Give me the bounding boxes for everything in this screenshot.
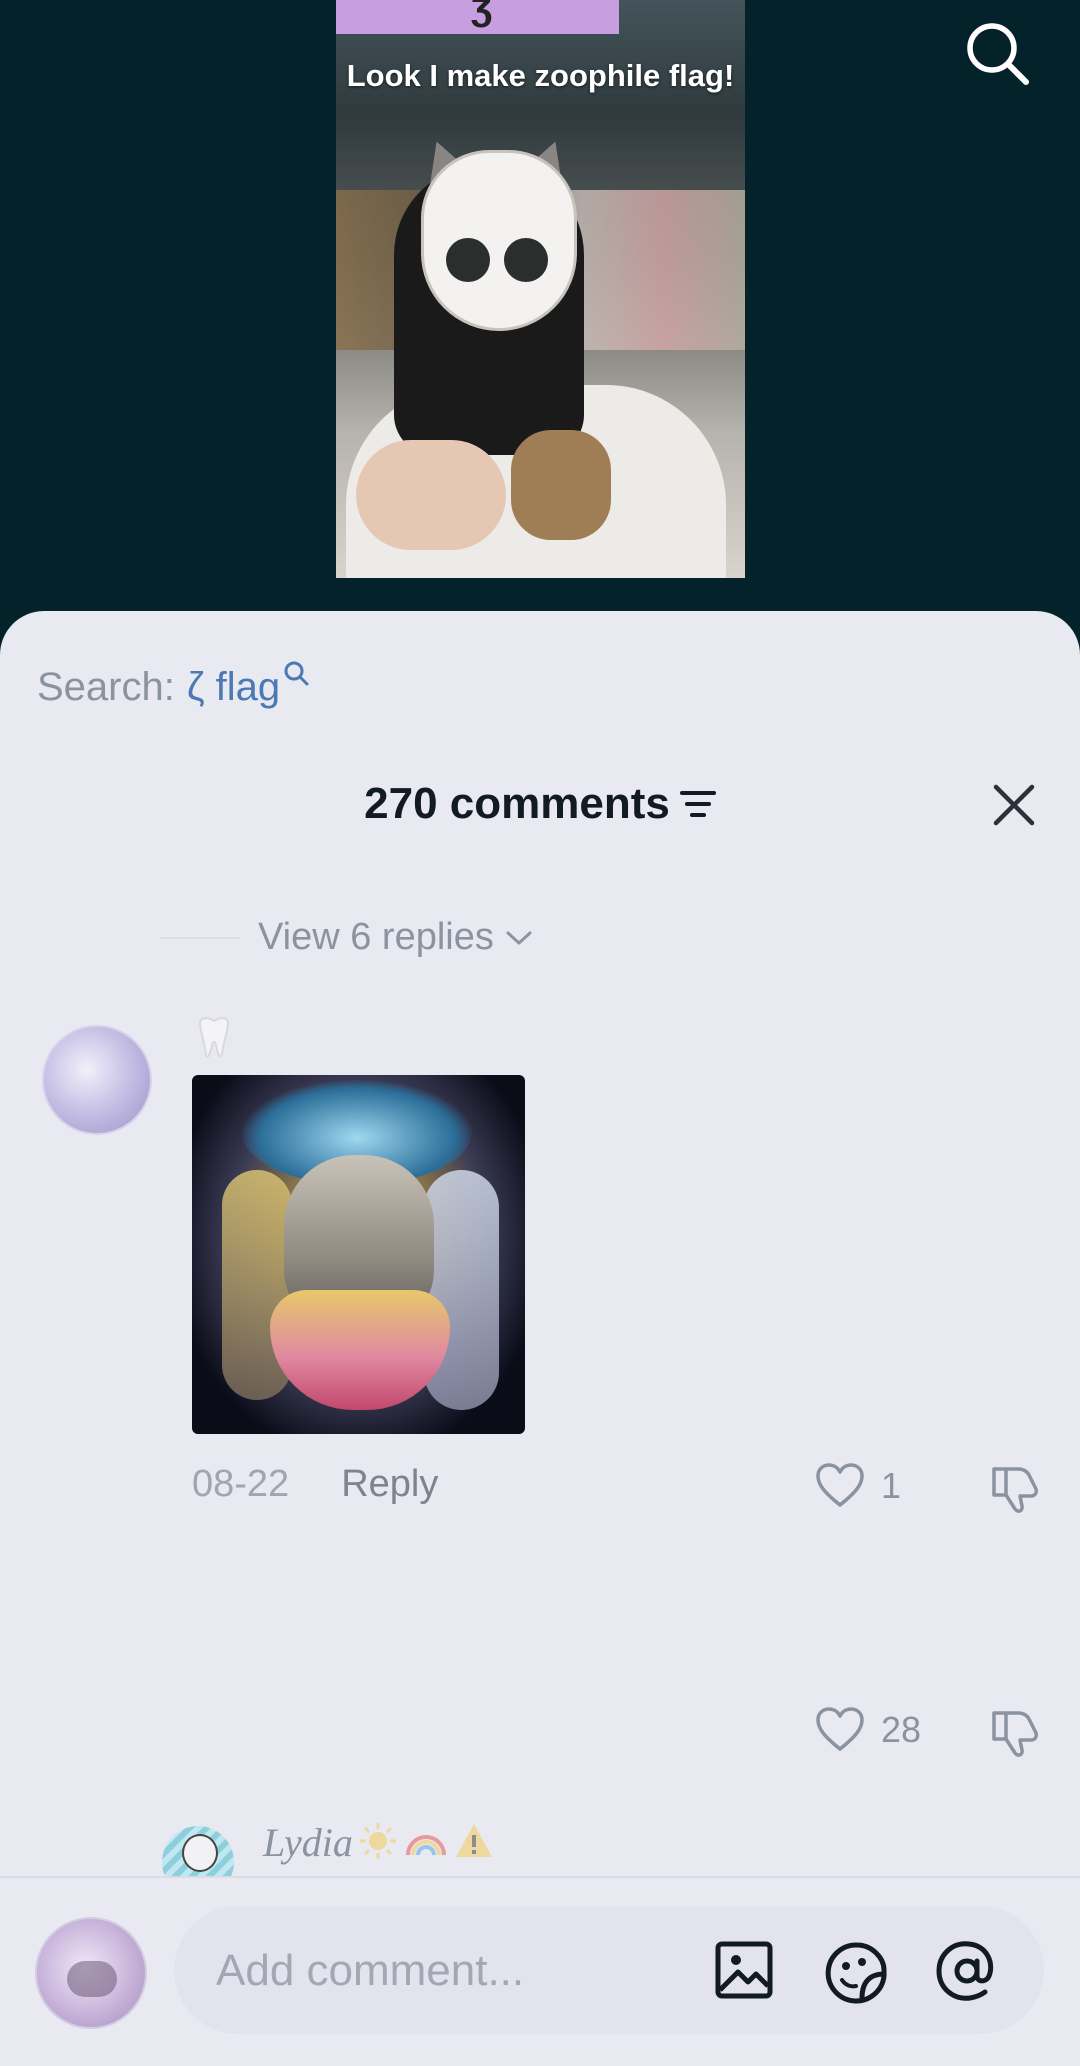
search-button[interactable] <box>962 18 1032 88</box>
like-button[interactable]: 28 <box>815 1707 921 1753</box>
dislike-button[interactable] <box>988 1707 1040 1764</box>
comment-image-beard <box>270 1290 450 1410</box>
cat-mask-eye-left <box>446 238 490 282</box>
comments-count: 270 comments <box>364 779 670 828</box>
search-suggestion[interactable]: Search: ζ flag <box>37 661 310 710</box>
heart-icon <box>816 1707 864 1751</box>
warning-icon <box>456 1824 492 1857</box>
search-term-icon <box>284 661 309 686</box>
sticker-button[interactable] <box>824 1940 890 2006</box>
video-banner: ʒ <box>336 0 619 34</box>
mention-button[interactable] <box>934 1938 1000 2004</box>
cat-mask <box>421 150 577 331</box>
view-replies-button[interactable]: View 6 replies <box>160 916 534 959</box>
heart-icon <box>816 1463 864 1507</box>
thumbs-down-icon <box>992 1711 1038 1757</box>
image-button[interactable] <box>714 1940 774 2000</box>
sticker-icon <box>825 1942 887 2004</box>
close-icon <box>993 784 1035 826</box>
username-emojis <box>358 1821 494 1861</box>
video-banner-glyph: ʒ <box>471 0 493 28</box>
thumbs-down-icon <box>992 1467 1038 1513</box>
at-icon <box>936 1941 994 2001</box>
video-area[interactable]: ʒ Look I make zoophile flag! <box>0 0 1080 620</box>
username[interactable]: Lydia <box>263 1819 353 1866</box>
tooth-icon <box>198 1017 230 1058</box>
view-replies-label: View 6 replies <box>258 916 494 958</box>
comment-date: 08-22 <box>192 1463 290 1505</box>
like-count: 1 <box>881 1465 902 1506</box>
avatar[interactable] <box>42 1025 152 1135</box>
like-button[interactable]: 1 <box>815 1463 901 1509</box>
image-icon <box>715 1941 773 1999</box>
comments-sort-toggle[interactable]: 270 comments <box>364 779 716 829</box>
comment-meta: 08-22 Reply <box>192 1463 438 1506</box>
search-term[interactable]: ζ flag <box>187 665 280 710</box>
replies-divider <box>160 936 240 939</box>
chevron-down-icon <box>506 931 532 944</box>
search-prefix: Search: <box>37 665 175 709</box>
current-user-avatar-face <box>67 1961 117 1997</box>
filter-icon <box>679 791 716 817</box>
video-caption: Look I make zoophile flag! <box>346 58 735 93</box>
cat-mask-eye-right <box>504 238 548 282</box>
current-user-avatar[interactable] <box>35 1917 147 2029</box>
comment-image[interactable] <box>192 1075 525 1434</box>
like-count: 28 <box>881 1709 922 1750</box>
comments-header: 270 comments <box>0 779 1080 829</box>
comment-box[interactable] <box>174 1906 1044 2036</box>
video-person-scarf <box>511 430 611 540</box>
rainbow-icon <box>406 1835 446 1856</box>
sun-icon <box>360 1823 396 1859</box>
close-button[interactable] <box>990 781 1038 829</box>
comment-input[interactable] <box>214 1906 678 2036</box>
video-person-hand <box>356 440 506 550</box>
search-icon <box>967 23 1029 85</box>
avatar-face <box>182 1834 218 1872</box>
comments-sheet: Search: ζ flag 270 comments View 6 repli… <box>0 611 1080 2064</box>
comment-composer <box>0 1876 1080 2066</box>
dislike-button[interactable] <box>988 1463 1040 1520</box>
video-thumbnail[interactable]: ʒ Look I make zoophile flag! <box>336 0 745 578</box>
reply-button[interactable]: Reply <box>341 1463 438 1506</box>
